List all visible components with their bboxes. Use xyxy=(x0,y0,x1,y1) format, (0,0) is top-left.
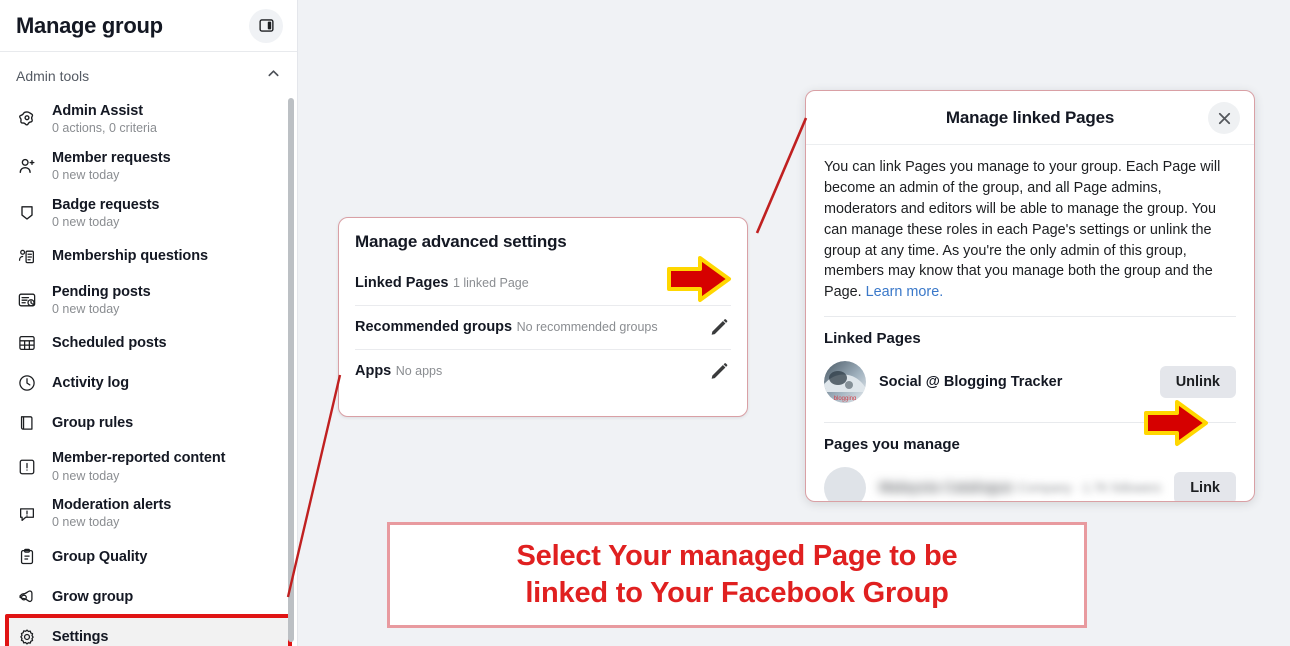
sidebar-item-settings[interactable]: Settings xyxy=(5,614,292,646)
link-button[interactable]: Link xyxy=(1174,472,1236,501)
managed-page-row: Malaysia Catalogue Company · 1.7K follow… xyxy=(824,462,1236,501)
sidebar-item-sub: 0 new today xyxy=(52,515,120,530)
member-add-icon xyxy=(16,155,38,177)
sidebar-item-membership-questions[interactable]: Membership questions xyxy=(6,237,291,277)
sidebar-item-label: Badge requests xyxy=(52,196,160,213)
avatar xyxy=(824,467,866,501)
clipboard-icon xyxy=(16,546,38,568)
advanced-settings-title: Manage advanced settings xyxy=(355,232,567,251)
admin-assist-icon xyxy=(16,108,38,130)
pending-posts-icon xyxy=(16,289,38,311)
clock-icon xyxy=(16,372,38,394)
avatar: blogging xyxy=(824,361,866,404)
svg-text:blogging: blogging xyxy=(834,396,857,402)
sidebar-item-label: Membership questions xyxy=(52,248,208,265)
sidebar-item-member-requests[interactable]: Member requests 0 new today xyxy=(6,143,291,190)
close-icon[interactable] xyxy=(1208,102,1240,134)
advanced-row-apps[interactable]: Apps No apps xyxy=(355,350,731,393)
advanced-row-sub: 1 linked Page xyxy=(452,276,529,290)
warning-icon xyxy=(16,456,38,478)
advanced-row-recommended-groups[interactable]: Recommended groups No recommended groups xyxy=(355,306,731,350)
sidebar-item-member-reported-content[interactable]: Member-reported content 0 new today xyxy=(6,443,291,490)
sidebar-item-sub: 0 new today xyxy=(52,468,120,483)
linked-pages-section-title: Linked Pages xyxy=(824,330,921,348)
caption-line-2: linked to Your Facebook Group xyxy=(525,577,949,609)
advanced-row-label: Apps xyxy=(355,363,392,379)
sidebar-item-badge-requests[interactable]: Badge requests 0 new today xyxy=(6,190,291,237)
sidebar-item-group-rules[interactable]: Group rules xyxy=(6,403,291,443)
dialog-title: Manage linked Pages xyxy=(945,107,1115,127)
sidebar-item-sub: 0 new today xyxy=(52,301,120,316)
linked-pages-pencil-icon[interactable] xyxy=(709,272,731,294)
sidebar-item-label: Member-reported content xyxy=(52,450,226,467)
sidebar-item-sub: 0 actions, 0 criteria xyxy=(52,121,157,136)
recommended-groups-pencil-icon[interactable] xyxy=(709,316,731,338)
sidebar-item-label: Moderation alerts xyxy=(52,497,172,514)
sidebar-item-sub: 0 new today xyxy=(52,214,120,229)
advanced-row-sub: No recommended groups xyxy=(516,320,658,334)
sidebar-item-label: Activity log xyxy=(52,374,129,391)
linked-page-row: blogging Social @ Blogging Tracker Unlin… xyxy=(824,356,1236,409)
sidebar-item-label: Group rules xyxy=(52,414,134,431)
badge-icon xyxy=(16,202,38,224)
dialog-header: Manage linked Pages xyxy=(806,91,1254,145)
sidebar-scrollbar[interactable] xyxy=(288,98,294,642)
unlink-button[interactable]: Unlink xyxy=(1159,366,1236,399)
book-icon xyxy=(16,412,38,434)
sidebar-item-label: Settings xyxy=(52,628,109,645)
admin-tools-label: Admin tools xyxy=(16,68,90,84)
manage-advanced-settings-card: Manage advanced settings Linked Pages 1 … xyxy=(338,217,748,417)
connector-line-card-to-dialog xyxy=(755,117,808,234)
linked-page-name: Social @ Blogging Tracker xyxy=(879,373,1063,390)
sidebar-item-label: Member requests xyxy=(52,149,171,166)
manage-linked-pages-dialog: Manage linked Pages You can link Pages y… xyxy=(805,90,1255,502)
admin-tools-list: Admin Assist 0 actions, 0 criteria Membe… xyxy=(0,96,297,646)
sidebar-item-scheduled-posts[interactable]: Scheduled posts xyxy=(6,323,291,363)
sidebar-item-label: Grow group xyxy=(52,588,134,605)
managed-page-name: Malaysia Catalogue xyxy=(879,479,1014,496)
chevron-up-icon[interactable] xyxy=(266,66,281,86)
managed-page-meta: Company · 1.7K followers xyxy=(1018,480,1162,495)
sidebar-item-label: Scheduled posts xyxy=(52,334,167,351)
advanced-row-linked-pages[interactable]: Linked Pages 1 linked Page xyxy=(355,262,731,306)
advanced-row-sub: No apps xyxy=(395,364,443,378)
sidebar-item-moderation-alerts[interactable]: Moderation alerts 0 new today xyxy=(6,490,291,537)
learn-more-link[interactable]: Learn more. xyxy=(866,284,944,300)
sidebar-header: Manage group xyxy=(0,0,297,52)
calendar-grid-icon xyxy=(16,332,38,354)
page-title: Manage group xyxy=(16,12,163,38)
manage-group-sidebar: Manage group Admin tools Admin Assist 0 … xyxy=(0,0,298,646)
sidebar-item-pending-posts[interactable]: Pending posts 0 new today xyxy=(6,277,291,324)
pages-you-manage-section-title: Pages you manage xyxy=(824,436,960,454)
gear-icon xyxy=(16,626,38,646)
apps-pencil-icon[interactable] xyxy=(709,360,731,382)
sidebar-item-label: Pending posts xyxy=(52,283,151,300)
sidebar-collapse-icon[interactable] xyxy=(249,8,283,43)
advanced-row-label: Linked Pages xyxy=(355,275,449,291)
sidebar-item-admin-assist[interactable]: Admin Assist 0 actions, 0 criteria xyxy=(6,96,291,143)
questions-icon xyxy=(16,246,38,268)
sidebar-item-activity-log[interactable]: Activity log xyxy=(6,363,291,403)
instruction-caption: Select Your managed Page to be linked to… xyxy=(387,522,1087,628)
dialog-description-text: You can link Pages you manage to your gr… xyxy=(824,159,1221,301)
megaphone-icon xyxy=(16,586,38,608)
advanced-row-label: Recommended groups xyxy=(355,319,513,335)
sidebar-item-grow-group[interactable]: Grow group xyxy=(6,577,291,617)
caption-line-1: Select Your managed Page to be xyxy=(516,540,958,572)
sidebar-item-label: Group Quality xyxy=(52,548,148,565)
dialog-body: You can link Pages you manage to your gr… xyxy=(806,145,1254,501)
sidebar-item-sub: 0 new today xyxy=(52,167,120,182)
sidebar-item-label: Admin Assist xyxy=(52,103,143,119)
sidebar-item-group-quality[interactable]: Group Quality xyxy=(6,537,291,577)
dialog-description: You can link Pages you manage to your gr… xyxy=(824,157,1236,303)
speech-alert-icon xyxy=(16,503,38,525)
admin-tools-section-header[interactable]: Admin tools xyxy=(0,52,297,96)
